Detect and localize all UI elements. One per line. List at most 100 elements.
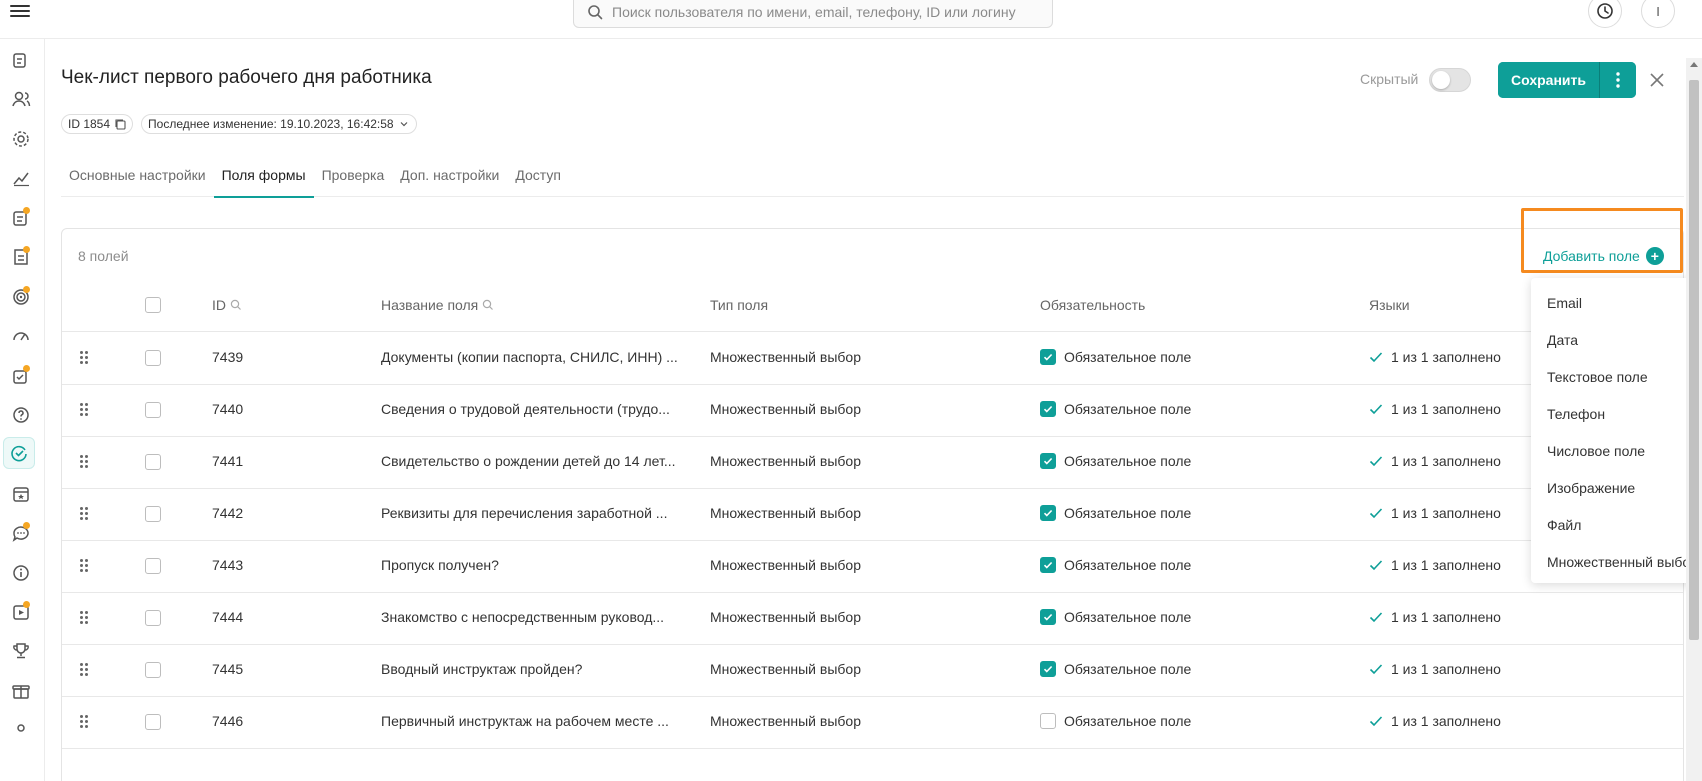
drag-handle-icon[interactable] bbox=[80, 559, 90, 573]
check-icon bbox=[1043, 353, 1053, 361]
field-type: Множественный выбор bbox=[710, 661, 861, 677]
tab-3[interactable]: Доп. настройки bbox=[392, 163, 507, 197]
table-row[interactable]: 7441 Свидетельство о рождении детей до 14… bbox=[62, 437, 1683, 489]
field-name[interactable]: Сведения о трудовой деятельности (трудо.… bbox=[381, 401, 670, 417]
required-checkbox[interactable] bbox=[1040, 505, 1056, 521]
table-row[interactable]: 7442 Реквизиты для перечисления заработно… bbox=[62, 489, 1683, 541]
check-icon bbox=[1369, 560, 1383, 571]
table-row[interactable]: 7443 Пропуск получен? Множественный выбор О… bbox=[62, 541, 1683, 593]
rail-item-chat-badge[interactable] bbox=[7, 519, 35, 547]
drag-handle-icon[interactable] bbox=[80, 507, 90, 521]
search-icon[interactable] bbox=[230, 299, 242, 311]
required-checkbox[interactable] bbox=[1040, 661, 1056, 677]
rail-item-help[interactable] bbox=[7, 401, 35, 429]
field-type-option[interactable]: Изображение bbox=[1547, 480, 1635, 496]
field-name[interactable]: Первичный инструктаж на рабочем месте ..… bbox=[381, 713, 669, 729]
search-input[interactable] bbox=[612, 1, 1042, 23]
field-type-option[interactable]: Числовое поле bbox=[1547, 443, 1645, 459]
scroll-up-arrow-icon[interactable] bbox=[1690, 62, 1698, 67]
avatar[interactable]: I bbox=[1641, 0, 1675, 28]
rail-item-calendar-star[interactable] bbox=[7, 480, 35, 508]
row-checkbox[interactable] bbox=[145, 506, 161, 522]
field-type-option[interactable]: Email bbox=[1547, 295, 1582, 311]
top-bar: I bbox=[0, 0, 1702, 39]
field-type: Множественный выбор bbox=[710, 401, 861, 417]
rail-item-video-badge[interactable] bbox=[7, 598, 35, 626]
rail-item-gauge[interactable] bbox=[7, 322, 35, 350]
field-name[interactable]: Пропуск получен? bbox=[381, 557, 499, 573]
scrollbar[interactable] bbox=[1686, 58, 1702, 781]
hidden-toggle[interactable] bbox=[1429, 68, 1471, 92]
rail-item-users[interactable] bbox=[7, 85, 35, 113]
copy-icon[interactable] bbox=[114, 118, 126, 130]
field-name[interactable]: Реквизиты для перечисления заработной ..… bbox=[381, 505, 667, 521]
rail-item-target[interactable] bbox=[7, 283, 35, 311]
row-checkbox[interactable] bbox=[145, 662, 161, 678]
rail-item-location[interactable] bbox=[7, 715, 35, 743]
check-icon bbox=[1043, 405, 1053, 413]
save-button[interactable]: Сохранить bbox=[1498, 62, 1600, 98]
drag-handle-icon[interactable] bbox=[80, 403, 90, 417]
table-row[interactable]: 7446 Первичный инструктаж на рабочем мест… bbox=[62, 697, 1683, 749]
row-checkbox[interactable] bbox=[145, 610, 161, 626]
tab-4[interactable]: Доступ bbox=[507, 163, 569, 197]
required-checkbox[interactable] bbox=[1040, 401, 1056, 417]
row-checkbox[interactable] bbox=[145, 558, 161, 574]
row-checkbox[interactable] bbox=[145, 714, 161, 730]
rail-item-gift[interactable] bbox=[7, 677, 35, 705]
field-type-option[interactable]: Множественный выбор bbox=[1547, 554, 1698, 570]
gauge-icon bbox=[13, 332, 29, 341]
tab-2[interactable]: Проверка bbox=[314, 163, 393, 197]
field-type-option[interactable]: Дата bbox=[1547, 332, 1578, 348]
field-name[interactable]: Знакомство с непосредственным руковод... bbox=[381, 609, 664, 625]
search-icon[interactable] bbox=[482, 299, 494, 311]
field-name[interactable]: Свидетельство о рождении детей до 14 лет… bbox=[381, 453, 676, 469]
scrollbar-thumb[interactable] bbox=[1689, 80, 1699, 640]
row-checkbox[interactable] bbox=[145, 454, 161, 470]
column-header-type-label: Тип поля bbox=[710, 297, 769, 313]
search-box[interactable] bbox=[573, 0, 1053, 28]
drag-handle-icon[interactable] bbox=[80, 715, 90, 729]
required-checkbox[interactable] bbox=[1040, 453, 1056, 469]
select-all-checkbox[interactable] bbox=[145, 297, 161, 313]
row-checkbox[interactable] bbox=[145, 402, 161, 418]
last-modified-chip[interactable]: Последнее изменение: 19.10.2023, 16:42:5… bbox=[141, 114, 417, 134]
rail-item-info[interactable] bbox=[7, 559, 35, 587]
table-row[interactable]: 7440 Сведения о трудовой деятельности (тр… bbox=[62, 385, 1683, 437]
id-chip[interactable]: ID 1854 bbox=[61, 114, 134, 134]
drag-handle-icon[interactable] bbox=[80, 455, 90, 469]
add-field-button[interactable]: Добавить поле + bbox=[1543, 247, 1664, 265]
history-button[interactable] bbox=[1588, 0, 1622, 28]
rail-item-checklist-cycle[interactable] bbox=[3, 437, 35, 469]
field-type-option[interactable]: Телефон bbox=[1547, 406, 1605, 422]
more-actions-button[interactable] bbox=[1599, 62, 1636, 98]
required-checkbox[interactable] bbox=[1040, 609, 1056, 625]
drag-handle-icon[interactable] bbox=[80, 611, 90, 625]
rail-item-form-badge[interactable] bbox=[7, 204, 35, 232]
required-checkbox[interactable] bbox=[1040, 557, 1056, 573]
table-row[interactable]: 7445 Вводный инструктаж пройден? Множестве… bbox=[62, 645, 1683, 697]
close-icon[interactable] bbox=[1647, 70, 1667, 90]
row-checkbox[interactable] bbox=[145, 350, 161, 366]
field-type-option[interactable]: Текстовое поле bbox=[1547, 369, 1648, 385]
table-row[interactable]: 7439 Документы (копии паспорта, СНИЛС, ИН… bbox=[62, 333, 1683, 385]
rail-item-trophy[interactable] bbox=[7, 637, 35, 665]
location-icon bbox=[17, 724, 25, 732]
rail-item-form-edit[interactable] bbox=[7, 46, 35, 74]
required-checkbox[interactable] bbox=[1040, 713, 1056, 729]
drag-handle-icon[interactable] bbox=[80, 663, 90, 677]
required-checkbox[interactable] bbox=[1040, 349, 1056, 365]
menu-icon[interactable] bbox=[10, 2, 30, 20]
field-name[interactable]: Вводный инструктаж пройден? bbox=[381, 661, 582, 677]
languages-cell: 1 из 1 заполнено bbox=[1369, 661, 1501, 677]
rail-item-gear[interactable] bbox=[7, 125, 35, 153]
field-type-option[interactable]: Файл bbox=[1547, 517, 1581, 533]
tab-1[interactable]: Поля формы bbox=[213, 163, 314, 198]
field-name[interactable]: Документы (копии паспорта, СНИЛС, ИНН) .… bbox=[381, 349, 678, 365]
rail-item-document-badge[interactable] bbox=[7, 243, 35, 271]
rail-item-chart[interactable] bbox=[7, 164, 35, 192]
tab-0[interactable]: Основные настройки bbox=[61, 163, 214, 197]
rail-item-checklist[interactable] bbox=[7, 362, 35, 390]
drag-handle-icon[interactable] bbox=[80, 351, 90, 365]
table-row[interactable]: 7444 Знакомство с непосредственным руково… bbox=[62, 593, 1683, 645]
